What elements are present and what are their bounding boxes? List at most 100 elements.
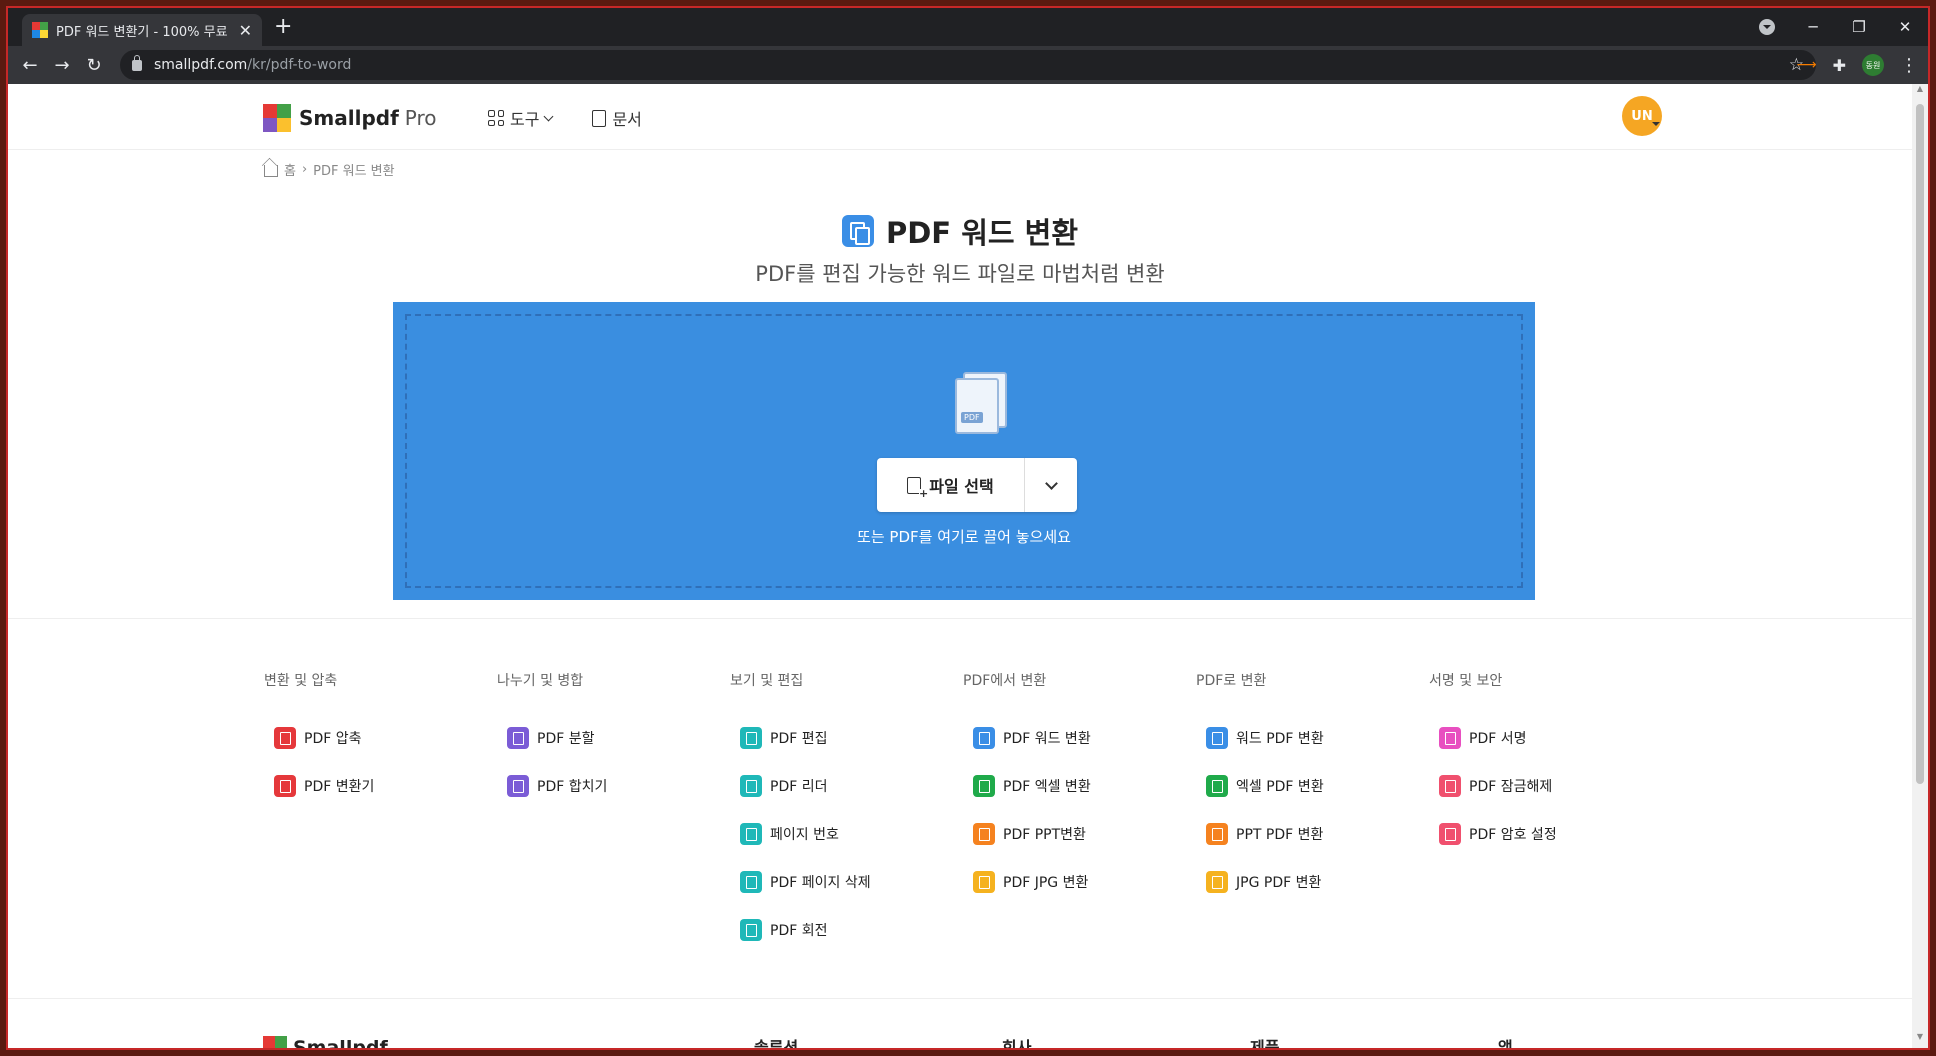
tool-column: 서명 및 보안 PDF 서명 PDF 잠금해제 PDF 암호 설정 bbox=[1429, 670, 1662, 954]
scroll-up-icon[interactable]: ▲ bbox=[1912, 84, 1928, 100]
tool-link[interactable]: PDF 편집 bbox=[730, 714, 963, 762]
forward-arrow-icon[interactable]: → bbox=[46, 55, 78, 76]
nav-tools[interactable]: 도구 bbox=[488, 106, 554, 130]
tool-link[interactable]: PDF 변환기 bbox=[264, 762, 497, 810]
tab-active[interactable]: PDF 워드 변환기 - 100% 무료 ✕ bbox=[22, 14, 262, 46]
scroll-down-icon[interactable]: ▼ bbox=[1912, 1032, 1928, 1048]
tool-link[interactable]: PPT PDF 변환 bbox=[1196, 810, 1429, 858]
tool-link[interactable]: PDF 압축 bbox=[264, 714, 497, 762]
tool-label: PDF 변환기 bbox=[304, 779, 375, 795]
dropzone-border: PDF 파일 선택 또는 PDF를 여기로 끌어 놓으세요 bbox=[405, 314, 1523, 588]
tool-icon bbox=[973, 727, 995, 749]
tool-link[interactable]: PDF 잠금해제 bbox=[1429, 762, 1662, 810]
tab-strip: PDF 워드 변환기 - 100% 무료 ✕ + ─ ❐ ✕ bbox=[8, 8, 1928, 46]
breadcrumb: 홈 › PDF 워드 변환 bbox=[264, 160, 395, 179]
tool-column-title: 서명 및 보안 bbox=[1429, 673, 1503, 689]
tool-link[interactable]: PDF 엑셀 변환 bbox=[963, 762, 1196, 810]
tab-close-icon[interactable]: ✕ bbox=[239, 21, 252, 40]
tool-column: 변환 및 압축 PDF 압축 PDF 변환기 bbox=[264, 670, 497, 954]
tool-label: PDF 엑셀 변환 bbox=[1003, 779, 1091, 795]
tool-link[interactable]: JPG PDF 변환 bbox=[1196, 858, 1429, 906]
puzzle-icon[interactable]: ✚ bbox=[1833, 56, 1846, 75]
brand-suffix: Pro bbox=[404, 106, 437, 130]
tool-link[interactable]: PDF 회전 bbox=[730, 906, 963, 954]
footer-col-products[interactable]: 제품 bbox=[1250, 1034, 1279, 1048]
tool-column-title: 변환 및 압축 bbox=[264, 673, 338, 689]
footer-col-company[interactable]: 회사 bbox=[1002, 1034, 1031, 1048]
tool-label: PDF 서명 bbox=[1469, 731, 1527, 747]
nav-tools-label: 도구 bbox=[510, 110, 540, 129]
tool-link[interactable]: PDF 암호 설정 bbox=[1429, 810, 1662, 858]
window-controls: ─ ❐ ✕ bbox=[1744, 8, 1928, 46]
grid-icon bbox=[488, 110, 504, 126]
back-arrow-icon[interactable]: ← bbox=[14, 55, 46, 76]
tool-icon bbox=[1206, 871, 1228, 893]
footer-logo[interactable]: Smallpdf bbox=[263, 1036, 388, 1048]
tool-link[interactable]: 엑셀 PDF 변환 bbox=[1196, 762, 1429, 810]
tool-label: PDF 페이지 삭제 bbox=[770, 875, 871, 891]
new-tab-button[interactable]: + bbox=[274, 16, 292, 38]
tool-icon bbox=[274, 775, 296, 797]
extension-icon[interactable]: ⟶ bbox=[1797, 57, 1817, 73]
footer-col-solutions[interactable]: 솔루션 bbox=[754, 1034, 798, 1048]
tool-label: 페이지 번호 bbox=[770, 827, 839, 843]
choose-file-button[interactable]: 파일 선택 bbox=[877, 458, 1024, 512]
tool-icon bbox=[740, 919, 762, 941]
tool-link[interactable]: PDF JPG 변환 bbox=[963, 858, 1196, 906]
brand-logo[interactable]: Smallpdf Pro bbox=[263, 104, 437, 132]
breadcrumb-home[interactable]: 홈 bbox=[284, 160, 296, 179]
nav-docs[interactable]: 문서 bbox=[592, 106, 642, 130]
tools-directory: 변환 및 압축 PDF 압축 PDF 변환기 나누기 및 병합 PDF 분할 PDF 합치… bbox=[264, 670, 1662, 954]
tool-link[interactable]: PDF PPT변환 bbox=[963, 810, 1196, 858]
choose-file-control: 파일 선택 bbox=[877, 458, 1077, 512]
pdf-file-icon: PDF bbox=[955, 372, 1011, 434]
user-avatar[interactable]: UN bbox=[1622, 96, 1662, 136]
tool-link[interactable]: PDF 서명 bbox=[1429, 714, 1662, 762]
tool-label: PDF 리더 bbox=[770, 779, 828, 795]
footer-brand: Smallpdf bbox=[293, 1037, 388, 1048]
tool-icon bbox=[1206, 823, 1228, 845]
tool-column-title: 보기 및 편집 bbox=[730, 673, 804, 689]
drop-hint: 또는 PDF를 여기로 끌어 놓으세요 bbox=[857, 528, 1071, 546]
tool-link[interactable]: 워드 PDF 변환 bbox=[1196, 714, 1429, 762]
tool-column: PDF로 변환 워드 PDF 변환 엑셀 PDF 변환 PPT PDF 변환 JPG P… bbox=[1196, 670, 1429, 954]
tool-link[interactable]: PDF 합치기 bbox=[497, 762, 730, 810]
choose-source-dropdown[interactable] bbox=[1025, 458, 1077, 512]
profile-avatar[interactable]: 동원 bbox=[1862, 54, 1884, 76]
tool-link[interactable]: PDF 페이지 삭제 bbox=[730, 858, 963, 906]
window-close-button[interactable]: ✕ bbox=[1882, 18, 1928, 36]
url-text[interactable]: smallpdf.com/kr/pdf-to-word bbox=[154, 57, 351, 73]
tool-link[interactable]: PDF 분할 bbox=[497, 714, 730, 762]
minimize-button[interactable]: ─ bbox=[1790, 18, 1836, 36]
tab-title: PDF 워드 변환기 - 100% 무료 bbox=[56, 24, 228, 40]
tool-label: PDF 잠금해제 bbox=[1469, 779, 1553, 795]
tool-label: PDF PPT변환 bbox=[1003, 827, 1086, 843]
tool-label: PDF 편집 bbox=[770, 731, 828, 747]
scrollbar-thumb[interactable] bbox=[1916, 104, 1924, 784]
tool-link[interactable]: 페이지 번호 bbox=[730, 810, 963, 858]
tool-icon bbox=[1206, 727, 1228, 749]
breadcrumb-current: PDF 워드 변환 bbox=[313, 164, 395, 179]
footer-col-apps[interactable]: 앱 bbox=[1498, 1034, 1513, 1048]
tab-search-icon[interactable] bbox=[1759, 19, 1775, 35]
home-icon[interactable] bbox=[264, 165, 278, 177]
header-nav: 도구 문서 bbox=[488, 106, 642, 130]
address-bar[interactable]: smallpdf.com/kr/pdf-to-word ☆ bbox=[120, 50, 1816, 80]
page-scrollbar[interactable]: ▲ ▼ bbox=[1912, 84, 1928, 1048]
menu-dots-icon[interactable]: ⋮ bbox=[1900, 55, 1918, 76]
tool-icon bbox=[973, 823, 995, 845]
lock-icon[interactable] bbox=[132, 54, 142, 71]
tool-icon bbox=[973, 775, 995, 797]
page-content: Smallpdf Pro 도구 문서 UN 홈 › PDF 워드 변환 PDF … bbox=[8, 84, 1912, 1048]
tool-icon bbox=[740, 871, 762, 893]
file-dropzone[interactable]: PDF 파일 선택 또는 PDF를 여기로 끌어 놓으세요 bbox=[393, 302, 1535, 600]
tool-label: PDF 합치기 bbox=[537, 779, 608, 795]
breadcrumb-separator: › bbox=[301, 162, 308, 177]
brand-name: Smallpdf bbox=[299, 106, 399, 130]
chevron-down-icon bbox=[544, 111, 554, 122]
maximize-button[interactable]: ❐ bbox=[1836, 18, 1882, 36]
tool-link[interactable]: PDF 리더 bbox=[730, 762, 963, 810]
reload-icon[interactable]: ↻ bbox=[78, 55, 110, 76]
tool-column-title: PDF에서 변환 bbox=[963, 673, 1047, 689]
tool-link[interactable]: PDF 워드 변환 bbox=[963, 714, 1196, 762]
